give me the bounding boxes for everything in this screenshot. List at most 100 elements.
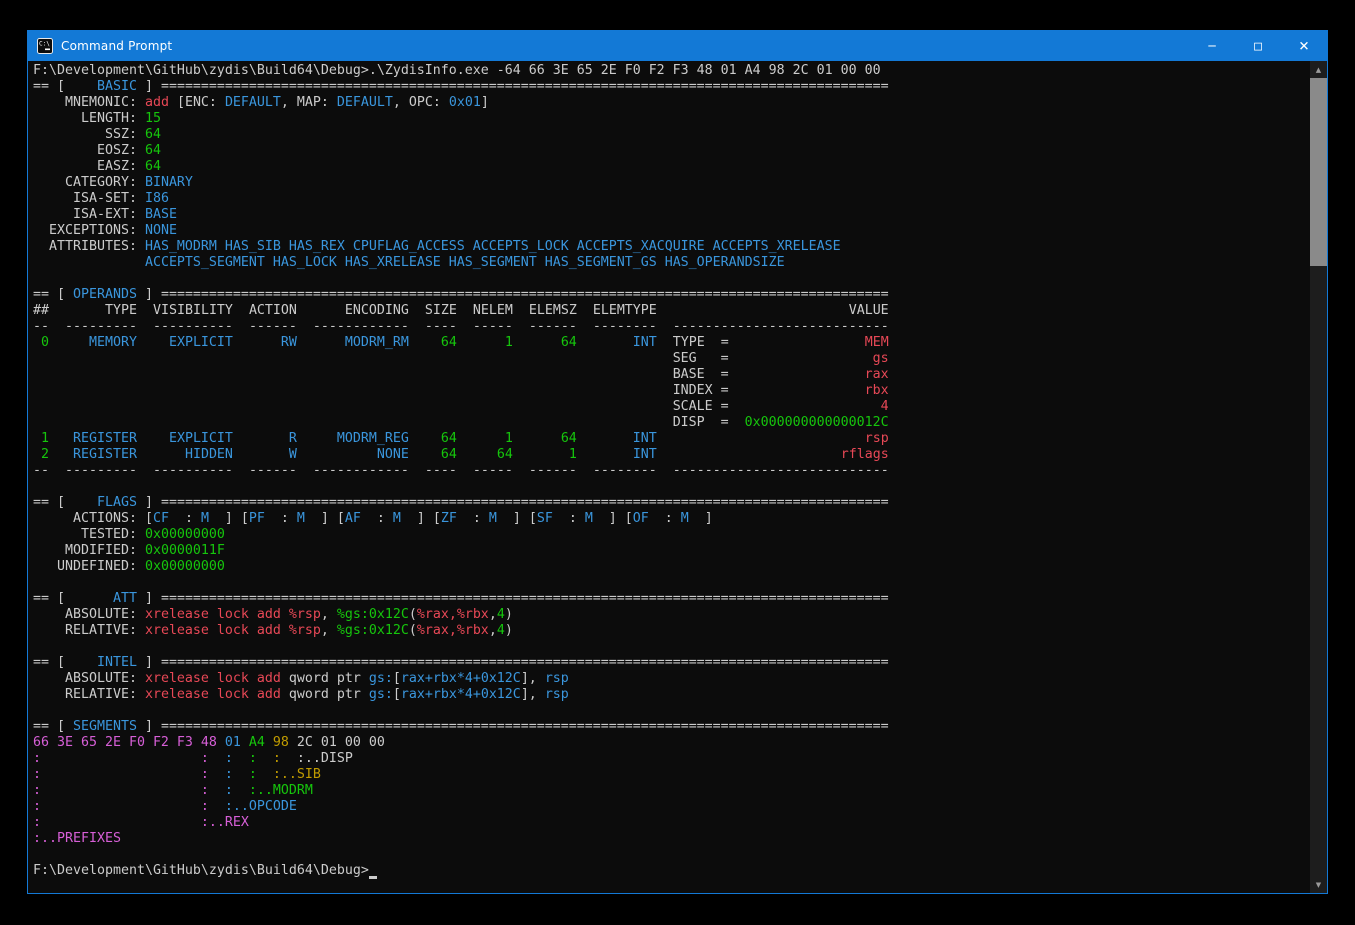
text-segment: UNDEFINED: [33,559,145,574]
spacer [729,415,745,430]
text-segment: :..OPCODE [225,799,297,814]
console-line-16: ## TYPE VISIBILITY ACTION ENCODING SIZE … [33,303,1307,319]
text-segment: DEFAULT [337,95,393,110]
spacer [577,335,633,350]
console-line-37 [33,639,1307,655]
console-line-12: ATTRIBUTES: HAS_MODRM HAS_SIB HAS_REX CP… [33,239,1307,255]
text-segment: 4 [881,399,889,414]
text-segment: ] [ [593,511,633,526]
scrollbar-thumb[interactable] [1310,78,1327,266]
text-segment: :..PREFIXES [33,831,121,846]
text-segment: 01 [225,735,241,750]
text-segment: FLAGS [73,495,137,510]
text-segment: EXCEPTIONS: [33,223,145,238]
spacer [657,303,849,318]
text-segment: TYPE [105,303,137,318]
text-segment: 0x000000000000012C [745,415,889,430]
text-segment: MODIFIED: [33,543,145,558]
text-segment: PF [249,511,265,526]
console[interactable]: F:\Development\GitHub\zydis\Build64\Debu… [28,61,1327,893]
spacer [49,431,73,446]
spacer [49,303,105,318]
spacer [409,447,441,462]
text-segment: xrelease lock add %rsp [145,623,321,638]
scrollbar-down-button[interactable]: ▼ [1310,876,1327,893]
text-segment: CF [153,511,169,526]
text-segment: rflags [841,447,889,462]
spacer [209,767,225,782]
spacer [297,335,345,350]
spacer [657,463,673,478]
text-segment: ], [521,671,545,686]
text-segment: 64 [441,335,457,350]
text-segment: 0x00000000 [145,559,225,574]
text-segment: ) [505,607,513,622]
text-segment: ) [505,623,513,638]
text-segment: 0x00000000 [145,527,225,542]
text-segment: ZF [441,511,457,526]
text-segment: --------------------------- [673,319,889,334]
scrollbar-up-button[interactable]: ▲ [1310,61,1327,78]
spacer [289,735,297,750]
text-segment: SF [537,511,553,526]
text-segment: ] [137,79,161,94]
window-title: Command Prompt [61,39,172,53]
spacer [41,815,201,830]
spacer [297,447,377,462]
spacer [41,799,201,814]
text-segment: ] [ [209,511,249,526]
text-segment: ( [409,623,417,638]
spacer [297,319,313,334]
text-segment: --------------------------- [673,463,889,478]
text-segment: : [169,511,201,526]
scrollbar[interactable]: ▲ ▼ [1310,61,1327,893]
text-segment: MODRM_RM [345,335,409,350]
text-segment: , OPC: [393,95,449,110]
text-segment: MEMORY [89,335,137,350]
text-segment: EXPLICIT [169,335,233,350]
text-segment: -------- [593,463,657,478]
console-line-44: : : : : : :..DISP [33,751,1307,767]
spacer [457,335,505,350]
text-segment: ========================================… [161,287,889,302]
text-segment: , [321,623,337,638]
text-segment: LENGTH: [33,111,145,126]
text-segment: : [249,751,257,766]
text-segment: REGISTER [73,447,137,462]
text-segment: 64 [441,431,457,446]
text-segment: ========================================… [161,79,889,94]
text-segment: [ENC: [169,95,225,110]
spacer [657,335,673,350]
text-segment: ---------- [153,319,233,334]
spacer [729,399,881,414]
text-segment: : [201,783,209,798]
spacer [513,335,561,350]
text-segment: ACCEPTS_SEGMENT HAS_LOCK HAS_XRELEASE HA… [145,255,785,270]
text-segment: SCALE = [673,399,729,414]
text-segment: : [225,751,233,766]
svg-text:C:\: C:\ [39,41,50,48]
spacer [233,783,249,798]
console-line-46: : : : :..MODRM [33,783,1307,799]
text-segment: ] [137,655,161,670]
minimize-button[interactable]: ─ [1189,31,1235,61]
console-line-20: BASE = rax [33,367,1307,383]
spacer [233,335,281,350]
spacer [577,319,593,334]
console-line-49: :..PREFIXES [33,831,1307,847]
maximize-button[interactable]: □ [1235,31,1281,61]
text-segment: MNEMONIC: [33,95,145,110]
spacer [513,463,529,478]
text-segment: 1 [505,431,513,446]
text-segment: EOSZ: [33,143,145,158]
text-segment: AF [345,511,361,526]
titlebar[interactable]: C:\ Command Prompt ─ □ × [28,31,1327,61]
text-segment: -- [33,463,49,478]
spacer [281,751,297,766]
text-segment: ========================================… [161,591,889,606]
close-button[interactable]: × [1281,31,1327,61]
text-segment: == [ [33,287,73,302]
text-segment: SSZ: [33,127,145,142]
text-segment: M [201,511,209,526]
spacer [577,303,593,318]
